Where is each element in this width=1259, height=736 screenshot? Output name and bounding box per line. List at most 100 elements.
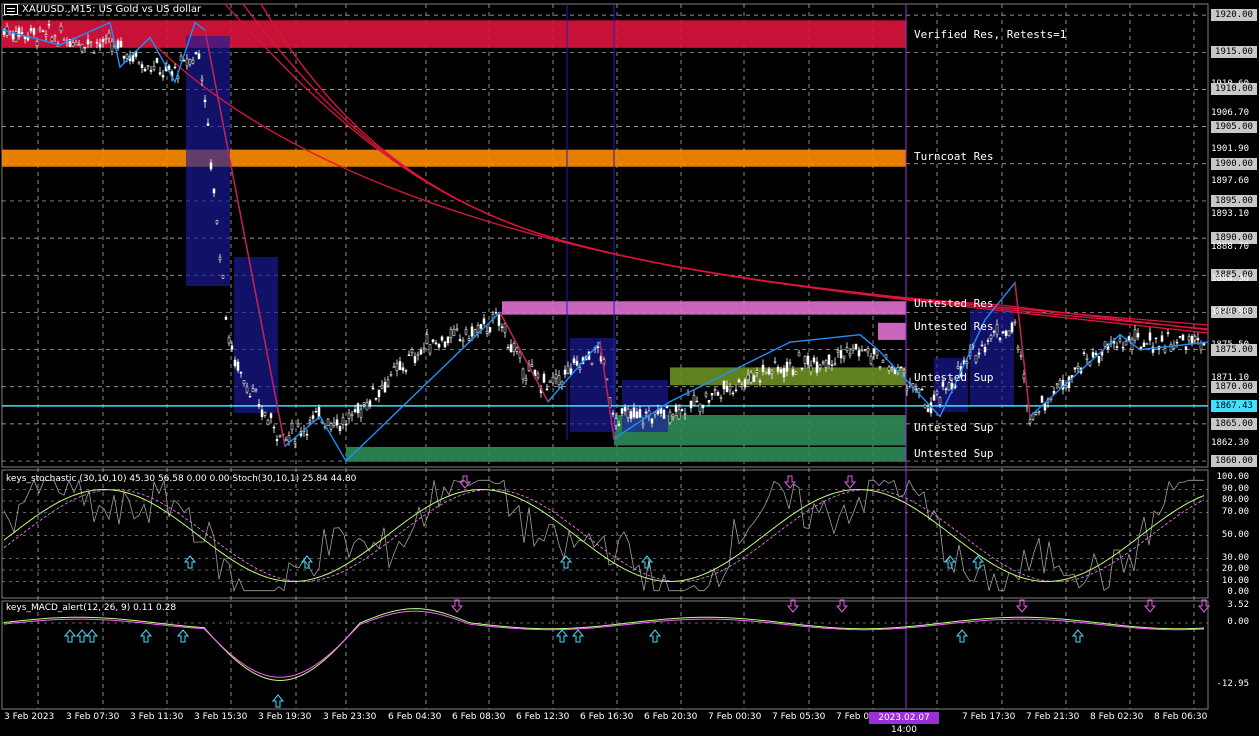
candle-body — [920, 388, 924, 391]
sr-zone — [502, 301, 906, 315]
time-axis-label: 3 Feb 2023 — [4, 712, 55, 722]
zone-label: Turncoat Res — [914, 150, 994, 163]
candle-body — [311, 415, 315, 419]
chart-window[interactable]: XAUUSD.,M15: US Gold vs US dollar keys_s… — [0, 0, 1259, 735]
stoch-up-arrow — [559, 555, 573, 569]
candle-body — [980, 344, 984, 347]
candle-body — [806, 355, 810, 365]
candle-body — [11, 33, 15, 40]
candle-body — [278, 435, 282, 438]
candle-body — [680, 409, 684, 412]
chart-title: XAUUSD.,M15: US Gold vs US dollar — [22, 4, 202, 15]
candle-body — [203, 99, 207, 103]
time-axis-label: 6 Feb 16:30 — [580, 712, 634, 722]
candle-body — [1013, 321, 1017, 324]
time-axis-label: 8 Feb 06:30 — [1154, 712, 1208, 722]
candle-body — [188, 59, 192, 65]
candle-body — [449, 329, 453, 338]
candle-body — [92, 51, 96, 54]
candle-body — [677, 409, 681, 420]
candle-body — [695, 400, 699, 403]
candle-body — [86, 39, 90, 45]
candle-body — [266, 419, 270, 426]
candle-body — [458, 339, 462, 341]
candle-body — [644, 411, 648, 414]
candle-body — [497, 314, 501, 326]
candle-body — [443, 341, 447, 348]
candle-body — [1196, 338, 1200, 341]
candle-body — [1178, 336, 1182, 338]
candle-body — [1121, 346, 1125, 349]
candle-body — [104, 38, 108, 40]
macd-up-arrow — [75, 629, 89, 643]
candle-body — [830, 364, 834, 366]
candle-body — [1007, 330, 1011, 337]
candle-body — [353, 409, 357, 413]
candle-body — [923, 404, 927, 409]
candle-body — [518, 351, 522, 359]
candle-body — [404, 370, 408, 372]
candle-body — [287, 435, 291, 442]
candle-body — [719, 397, 723, 399]
candle-body — [536, 373, 540, 378]
candle-body — [335, 419, 339, 426]
chart-menu-icon[interactable] — [4, 4, 18, 15]
price-axis-label: 1865.00 — [1211, 417, 1257, 430]
candle-body — [596, 346, 600, 348]
macd-up-arrow — [63, 629, 77, 643]
candle-body — [221, 275, 225, 279]
price-chart-canvas[interactable] — [0, 0, 1259, 728]
candle-body — [398, 361, 402, 371]
stoch-up-arrow — [300, 555, 314, 569]
candle-body — [977, 352, 981, 355]
candle-body — [815, 361, 819, 373]
candle-body — [230, 345, 234, 350]
time-axis-label: 3 Feb 15:30 — [194, 712, 248, 722]
candle-body — [407, 354, 411, 356]
candle-body — [377, 389, 381, 398]
candle-body — [635, 411, 639, 419]
time-axis-label: 3 Feb 23:30 — [323, 712, 377, 722]
price-axis-label: 1860.00 — [1211, 455, 1257, 468]
sr-zone — [2, 20, 906, 48]
candle-body — [872, 348, 876, 355]
candle-body — [215, 220, 219, 224]
candle-body — [614, 418, 618, 426]
candle-body — [803, 355, 807, 364]
candle-body — [818, 364, 822, 369]
candle-body — [44, 34, 48, 37]
time-axis-label: 3 Feb 07:30 — [66, 712, 120, 722]
candle-body — [200, 78, 204, 81]
candle-body — [38, 28, 42, 31]
candle-body — [1055, 383, 1059, 385]
candle-body — [227, 337, 231, 344]
candle-body — [983, 346, 987, 353]
candle-body — [293, 441, 297, 444]
candle-body — [239, 372, 243, 374]
candle-body — [1016, 346, 1020, 350]
candle-body — [1094, 352, 1098, 355]
candle-body — [419, 349, 423, 355]
candle-body — [401, 367, 405, 371]
candle-body — [158, 72, 162, 75]
candle-body — [1184, 346, 1188, 350]
candle-body — [509, 344, 513, 353]
candle-body — [887, 366, 891, 371]
candle-body — [1163, 347, 1167, 353]
candle-body — [500, 326, 504, 328]
candle-body — [305, 433, 309, 436]
time-axis-label: 7 Feb 00:30 — [708, 712, 762, 722]
candle-body — [374, 398, 378, 400]
candle-body — [851, 347, 855, 351]
candle-body — [989, 335, 993, 340]
stoch-axis-label: 90.00 — [1221, 483, 1249, 494]
candle-body — [368, 400, 372, 407]
candle-body — [185, 58, 189, 67]
candle-body — [515, 347, 519, 352]
candle-body — [452, 328, 456, 337]
candle-body — [965, 361, 969, 365]
candle-body — [833, 362, 837, 365]
candle-body — [152, 66, 156, 70]
candle-body — [53, 35, 57, 37]
candle-body — [734, 389, 738, 392]
